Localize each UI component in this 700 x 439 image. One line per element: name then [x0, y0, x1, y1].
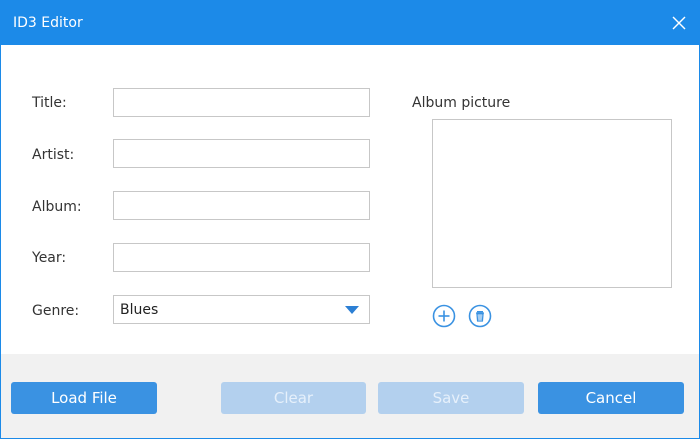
- delete-picture-button[interactable]: [468, 304, 492, 328]
- add-picture-button[interactable]: [432, 304, 456, 328]
- cancel-button[interactable]: Cancel: [538, 382, 684, 414]
- genre-selected-value: Blues: [120, 302, 159, 318]
- id3-editor-window: ID3 Editor Title: Artist: Album: Year: G…: [0, 0, 700, 439]
- title-bar: ID3 Editor: [1, 1, 699, 45]
- close-button[interactable]: [665, 9, 693, 37]
- artist-label: Artist:: [32, 147, 75, 163]
- album-picture-label: Album picture: [412, 95, 511, 111]
- year-label: Year:: [32, 250, 67, 266]
- clear-button[interactable]: Clear: [221, 382, 366, 414]
- load-file-button[interactable]: Load File: [11, 382, 157, 414]
- save-button[interactable]: Save: [378, 382, 524, 414]
- album-label: Album:: [32, 199, 82, 215]
- year-input[interactable]: [113, 243, 370, 272]
- title-input[interactable]: [113, 88, 370, 117]
- footer-bar: Load File Clear Save Cancel: [1, 354, 699, 438]
- plus-circle-icon: [432, 304, 456, 328]
- genre-label: Genre:: [32, 303, 80, 319]
- trash-circle-icon: [468, 304, 492, 328]
- album-picture-box: [432, 119, 672, 288]
- title-label: Title:: [32, 95, 67, 111]
- artist-input[interactable]: [113, 139, 370, 168]
- genre-dropdown[interactable]: Blues: [113, 295, 370, 324]
- album-input[interactable]: [113, 191, 370, 220]
- close-icon: [672, 16, 686, 30]
- chevron-down-icon: [345, 306, 359, 314]
- window-title: ID3 Editor: [13, 15, 83, 31]
